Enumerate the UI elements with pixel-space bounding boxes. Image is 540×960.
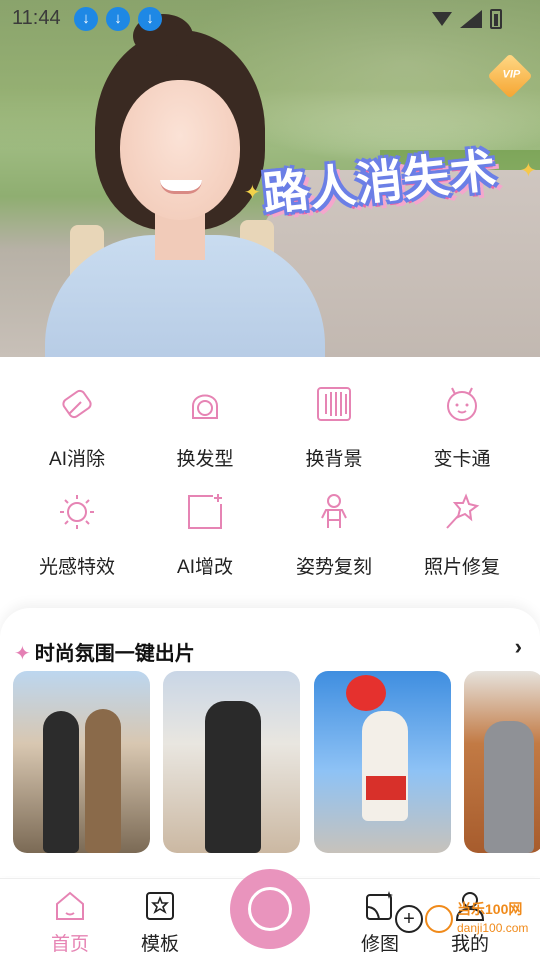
photo-edit-icon — [366, 891, 393, 920]
tool-label: 变卡通 — [433, 449, 491, 470]
capture-button[interactable] — [230, 869, 310, 949]
hero-banner[interactable]: 路人消失术 ✦ ✦ VIP — [0, 0, 540, 357]
nav-label: 首页 — [50, 934, 89, 955]
signal-icons — [432, 10, 482, 28]
template-thumbnail[interactable] — [314, 671, 451, 853]
section-title: ✦ 时尚氛围一键出片 — [14, 643, 195, 665]
bottom-nav: 首页 模板 修图 我的 + 当乐100网 danji100.com — [0, 869, 540, 960]
nav-home[interactable]: 首页 — [30, 889, 110, 956]
ai-edit-icon — [188, 494, 222, 529]
watermark-url: danji100.com — [457, 921, 529, 935]
download-icon: ↓ — [106, 7, 130, 31]
tool-label: AI消除 — [49, 449, 105, 470]
magic-wand-icon — [446, 493, 480, 529]
tool-label: 照片修复 — [423, 557, 500, 578]
tools-grid: AI消除 换发型 换背景 变卡通 光感特效 AI增改 姿势复刻 照片修复 — [0, 378, 540, 598]
nav-templates[interactable]: 模板 — [120, 889, 200, 956]
watermark-text: 当乐100网 — [457, 901, 523, 917]
sparkle-icon: ✦ — [14, 643, 31, 665]
tool-label: 光感特效 — [38, 557, 115, 578]
status-time: 11:44 — [12, 7, 61, 29]
eraser-icon — [62, 389, 92, 419]
template-thumbnail[interactable] — [13, 671, 150, 853]
chevron-right-icon[interactable]: › — [515, 634, 522, 660]
tool-background[interactable]: 换背景 — [270, 384, 398, 484]
tool-label: AI增改 — [177, 557, 233, 578]
tool-cartoon[interactable]: 变卡通 — [398, 384, 526, 484]
watermark: + 当乐100网 danji100.com — [395, 899, 540, 959]
sparkle-icon: ✦ — [520, 160, 537, 182]
watermark-logo-icon — [425, 905, 453, 933]
tool-label: 姿势复刻 — [295, 557, 372, 578]
fashion-section: ✦ 时尚氛围一键出片 › — [0, 608, 540, 876]
status-bar: 11:44 ↓ ↓ ↓ — [0, 0, 540, 38]
plus-icon: + — [395, 905, 423, 933]
template-thumbnail[interactable] — [163, 671, 300, 853]
nav-label: 模板 — [140, 934, 179, 955]
template-thumbnail[interactable] — [464, 671, 540, 853]
tool-label: 换发型 — [176, 449, 234, 470]
download-icon: ↓ — [74, 7, 98, 31]
background-icon — [317, 387, 351, 421]
tool-ai-edit[interactable]: AI增改 — [141, 492, 269, 592]
tool-pose[interactable]: 姿势复刻 — [270, 492, 398, 592]
sparkle-icon: ✦ — [244, 182, 261, 204]
cartoon-icon — [447, 387, 477, 421]
pose-icon — [321, 494, 347, 528]
light-effect-icon — [60, 495, 94, 529]
home-icon — [56, 891, 84, 920]
tool-label: 换背景 — [305, 449, 363, 470]
hairstyle-icon — [192, 394, 218, 419]
tool-ai-erase[interactable]: AI消除 — [13, 384, 141, 484]
tool-hairstyle[interactable]: 换发型 — [141, 384, 269, 484]
download-icon: ↓ — [138, 7, 162, 31]
battery-icon — [490, 9, 502, 29]
template-star-icon — [146, 892, 174, 920]
tool-photo-repair[interactable]: 照片修复 — [398, 492, 526, 592]
tool-light-effect[interactable]: 光感特效 — [13, 492, 141, 592]
